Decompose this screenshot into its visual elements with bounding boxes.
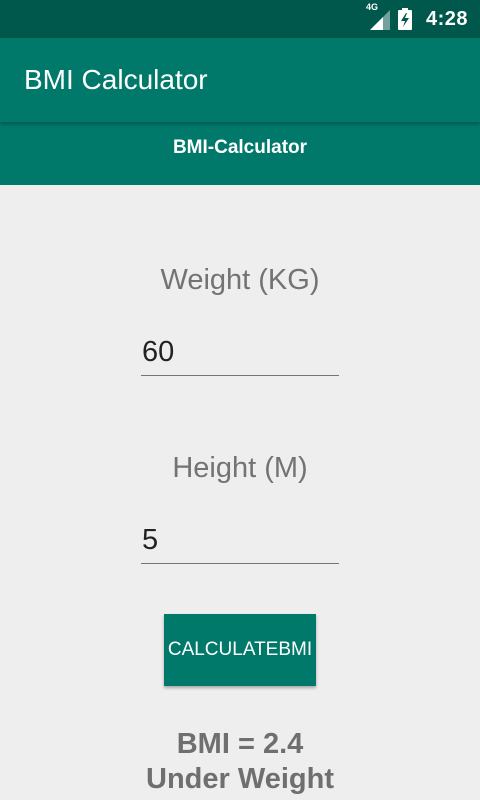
status-bar: 4G 4:28: [0, 0, 480, 38]
bmi-result-value: BMI = 2.4: [176, 728, 304, 760]
app-bar: BMI Calculator: [0, 38, 480, 122]
status-clock: 4:28: [425, 7, 468, 30]
weight-label: Weight (KG): [160, 264, 320, 296]
app-title: BMI Calculator: [24, 64, 208, 95]
bmi-result-category: Under Weight: [146, 763, 334, 795]
subheader-banner: BMI-Calculator: [0, 122, 480, 185]
signal-icon: 4G: [366, 2, 390, 30]
network-type-label: 4G: [365, 2, 378, 12]
calculate-bmi-button[interactable]: CALCULATEBMI: [164, 614, 316, 686]
height-input[interactable]: [141, 518, 339, 564]
height-label: Height (M): [172, 452, 308, 484]
weight-input[interactable]: [141, 330, 339, 376]
battery-charging-icon: [397, 8, 412, 30]
subheader-title: BMI-Calculator: [172, 137, 308, 158]
status-icons: 4G 4:28: [366, 0, 468, 38]
